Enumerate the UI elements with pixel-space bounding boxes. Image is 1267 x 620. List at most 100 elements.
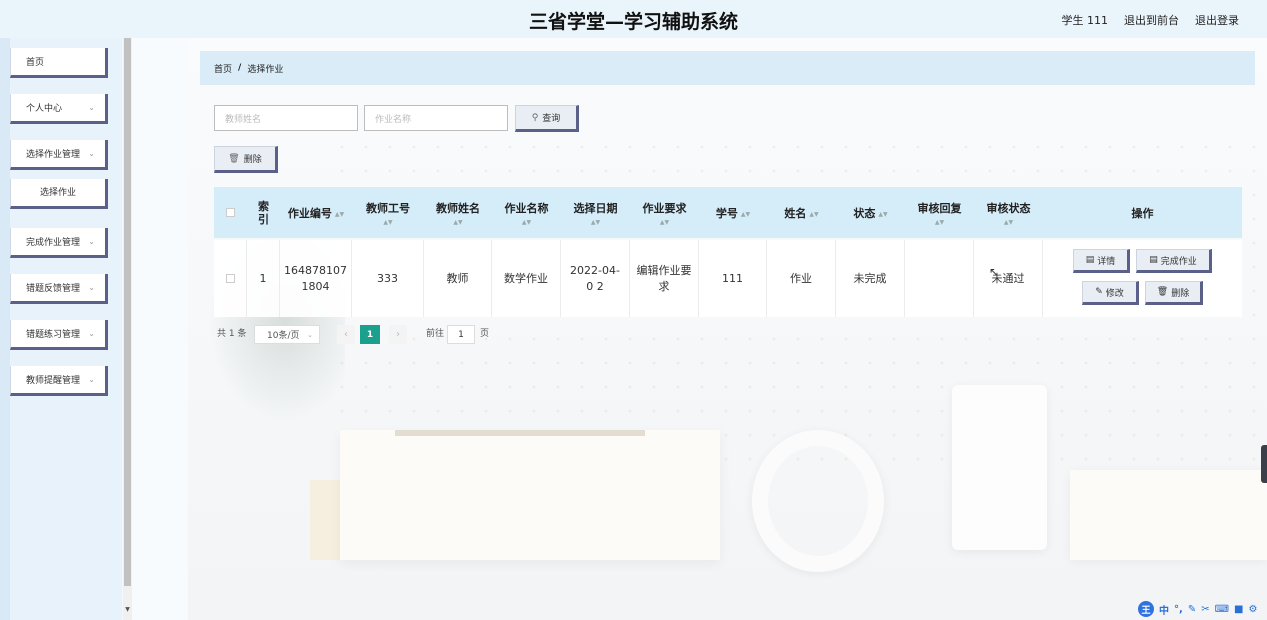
cell-select-date: 2022-04-0 2 (561, 240, 630, 317)
gear-icon[interactable]: ⚙ (1248, 604, 1257, 615)
document-icon: ▤ (1149, 255, 1158, 265)
assignment-name-input[interactable]: 作业名称 (364, 105, 508, 131)
pagination-total: 共 1 条 (217, 329, 247, 339)
background-cylinder (952, 385, 1047, 550)
col-name-label: 姓名 (784, 206, 807, 220)
sidebar-item-home[interactable]: 首页 (10, 48, 108, 78)
search-icon: ⚲ (531, 112, 539, 123)
current-user: 学生 111 (1061, 14, 1109, 27)
col-status-label: 状态 (853, 206, 876, 220)
sidebar-item-teacher-reminder-management[interactable]: 教师提醒管理 ⌄ (10, 366, 108, 396)
col-teacher-id[interactable]: 教师工号 ▲▼ (352, 187, 424, 238)
cell-review-reply (905, 240, 974, 317)
side-panel-tab[interactable] (1261, 445, 1267, 483)
punctuation-icon[interactable]: °, (1174, 604, 1183, 615)
chevron-down-icon: ⌄ (88, 329, 95, 338)
goto-page-input[interactable]: 1 (447, 325, 475, 344)
batch-delete-button[interactable]: 🗑 删除 (214, 146, 278, 173)
chevron-down-icon: ⌄ (88, 283, 95, 292)
logout-link[interactable]: 退出登录 (1195, 12, 1239, 28)
col-select-date-label: 选择日期 (573, 201, 618, 215)
col-assignment-name[interactable]: 作业名称 ▲▼ (492, 187, 561, 238)
shirt-icon[interactable]: ■ (1234, 604, 1243, 615)
complete-assignment-button[interactable]: ▤ 完成作业 (1136, 249, 1212, 273)
sidebar-item-error-feedback-management[interactable]: 错题反馈管理 ⌄ (10, 274, 108, 304)
user-menu: 学生 111 退出到前台 退出登录 (1062, 12, 1240, 28)
query-button[interactable]: ⚲ 查询 (515, 105, 579, 132)
cell-assignment-name: 数学作业 (492, 240, 561, 317)
sidebar-item-label: 错题反馈管理 (26, 284, 81, 294)
sort-icon: ▲▼ (334, 210, 345, 218)
col-review-reply[interactable]: 审核回复 ▲▼ (905, 187, 974, 238)
page-unit-label: 页 (480, 329, 490, 339)
sidebar-item-personal-center[interactable]: 个人中心 ⌄ (10, 94, 108, 124)
page-size-select[interactable]: 10条/页 ⌄ (254, 325, 320, 344)
prev-page-button[interactable]: ‹ (337, 325, 355, 344)
breadcrumb-current: 选择作业 (247, 64, 284, 75)
document-icon: ▤ (1085, 255, 1095, 265)
detail-button[interactable]: ▤ 详情 (1073, 249, 1130, 273)
page-size-value: 10条/页 (267, 331, 300, 341)
sort-icon: ▲▼ (1003, 218, 1014, 226)
scroll-down-arrow-icon[interactable]: ▼ (123, 606, 132, 618)
col-assignment-name-label: 作业名称 (504, 201, 549, 215)
select-all-checkbox[interactable] (226, 208, 235, 217)
sort-icon: ▲▼ (878, 210, 888, 218)
edit-icon: ✎ (1095, 287, 1103, 297)
breadcrumb-home[interactable]: 首页 (214, 62, 232, 75)
back-to-front-link[interactable]: 退出到前台 (1124, 12, 1179, 28)
goto-label: 前往 (426, 329, 445, 339)
sidebar-item-select-assignment[interactable]: 选择作业 (10, 179, 108, 209)
sidebar-item-label: 选择作业 (39, 188, 76, 198)
col-requirement[interactable]: 作业要求 ▲▼ (630, 187, 699, 238)
cell-index: 1 (247, 240, 280, 317)
sort-icon: ▲▼ (521, 218, 532, 226)
row-checkbox[interactable] (225, 274, 235, 283)
col-teacher-id-label: 教师工号 (366, 201, 410, 215)
background-ring (752, 430, 884, 572)
cell-name: 作业 (767, 240, 836, 317)
col-review-status[interactable]: 审核状态 ▲▼ (974, 187, 1043, 238)
chevron-down-icon: ⌄ (88, 103, 95, 112)
edit-button[interactable]: ✎ 修改 (1082, 281, 1139, 305)
trash-icon: 🗑 (1156, 287, 1169, 297)
sidebar-item-error-practice-management[interactable]: 错题练习管理 ⌄ (10, 320, 108, 350)
cell-teacher-id: 333 (352, 240, 424, 317)
ime-language-label[interactable]: 中 (1159, 602, 1169, 617)
sort-icon: ▲▼ (453, 218, 463, 226)
batch-delete-label: 删除 (243, 155, 262, 165)
keyboard-icon[interactable]: ⌨ (1215, 604, 1229, 615)
background-shelf (340, 430, 720, 560)
col-assignment-no[interactable]: 作业编号 ▲▼ (280, 187, 352, 238)
col-teacher-name-label: 教师姓名 (436, 201, 480, 215)
sidebar-item-assignment-selection-management[interactable]: 选择作业管理 ⌄ (10, 140, 108, 170)
col-status[interactable]: 状态 ▲▼ (836, 187, 905, 238)
col-teacher-name[interactable]: 教师姓名 ▲▼ (424, 187, 492, 238)
query-button-label: 查询 (542, 114, 561, 124)
sort-icon: ▲▼ (809, 210, 819, 218)
pen-icon[interactable]: ✎ (1188, 604, 1196, 615)
sidebar-scroll-thumb[interactable] (124, 38, 131, 586)
sidebar-item-label: 个人中心 (26, 104, 63, 114)
chevron-down-icon: ⌄ (307, 330, 313, 339)
col-student-no[interactable]: 学号 ▲▼ (699, 187, 767, 238)
cell-requirement: 编辑作业要 求 (630, 240, 699, 317)
scissors-icon[interactable]: ✂ (1201, 604, 1209, 615)
teacher-name-input[interactable]: 教师姓名 (214, 105, 358, 131)
next-page-button[interactable]: › (389, 325, 407, 344)
top-bar: 三省学堂—学习辅助系统 学生 111 退出到前台 退出登录 (0, 0, 1267, 38)
breadcrumb: 首页 / 选择作业 (200, 51, 1255, 85)
sidebar-item-label: 选择作业管理 (26, 150, 81, 160)
chevron-down-icon: ⌄ (88, 375, 95, 384)
sort-icon: ▲▼ (934, 218, 945, 226)
current-page-button[interactable]: 1 (360, 325, 380, 344)
sidebar-item-label: 错题练习管理 (26, 330, 81, 340)
ime-toolbar[interactable]: 王 中 °, ✎ ✂ ⌨ ■ ⚙ (1138, 600, 1257, 618)
col-name[interactable]: 姓名 ▲▼ (767, 187, 836, 238)
row-checkbox-cell (214, 240, 247, 317)
sidebar-item-completed-assignment-management[interactable]: 完成作业管理 ⌄ (10, 228, 108, 258)
delete-button[interactable]: 🗑 删除 (1145, 281, 1203, 305)
col-select-date[interactable]: 选择日期 ▲▼ (561, 187, 630, 238)
sort-icon: ▲▼ (590, 218, 601, 226)
delete-button-label: 删除 (1171, 288, 1190, 299)
